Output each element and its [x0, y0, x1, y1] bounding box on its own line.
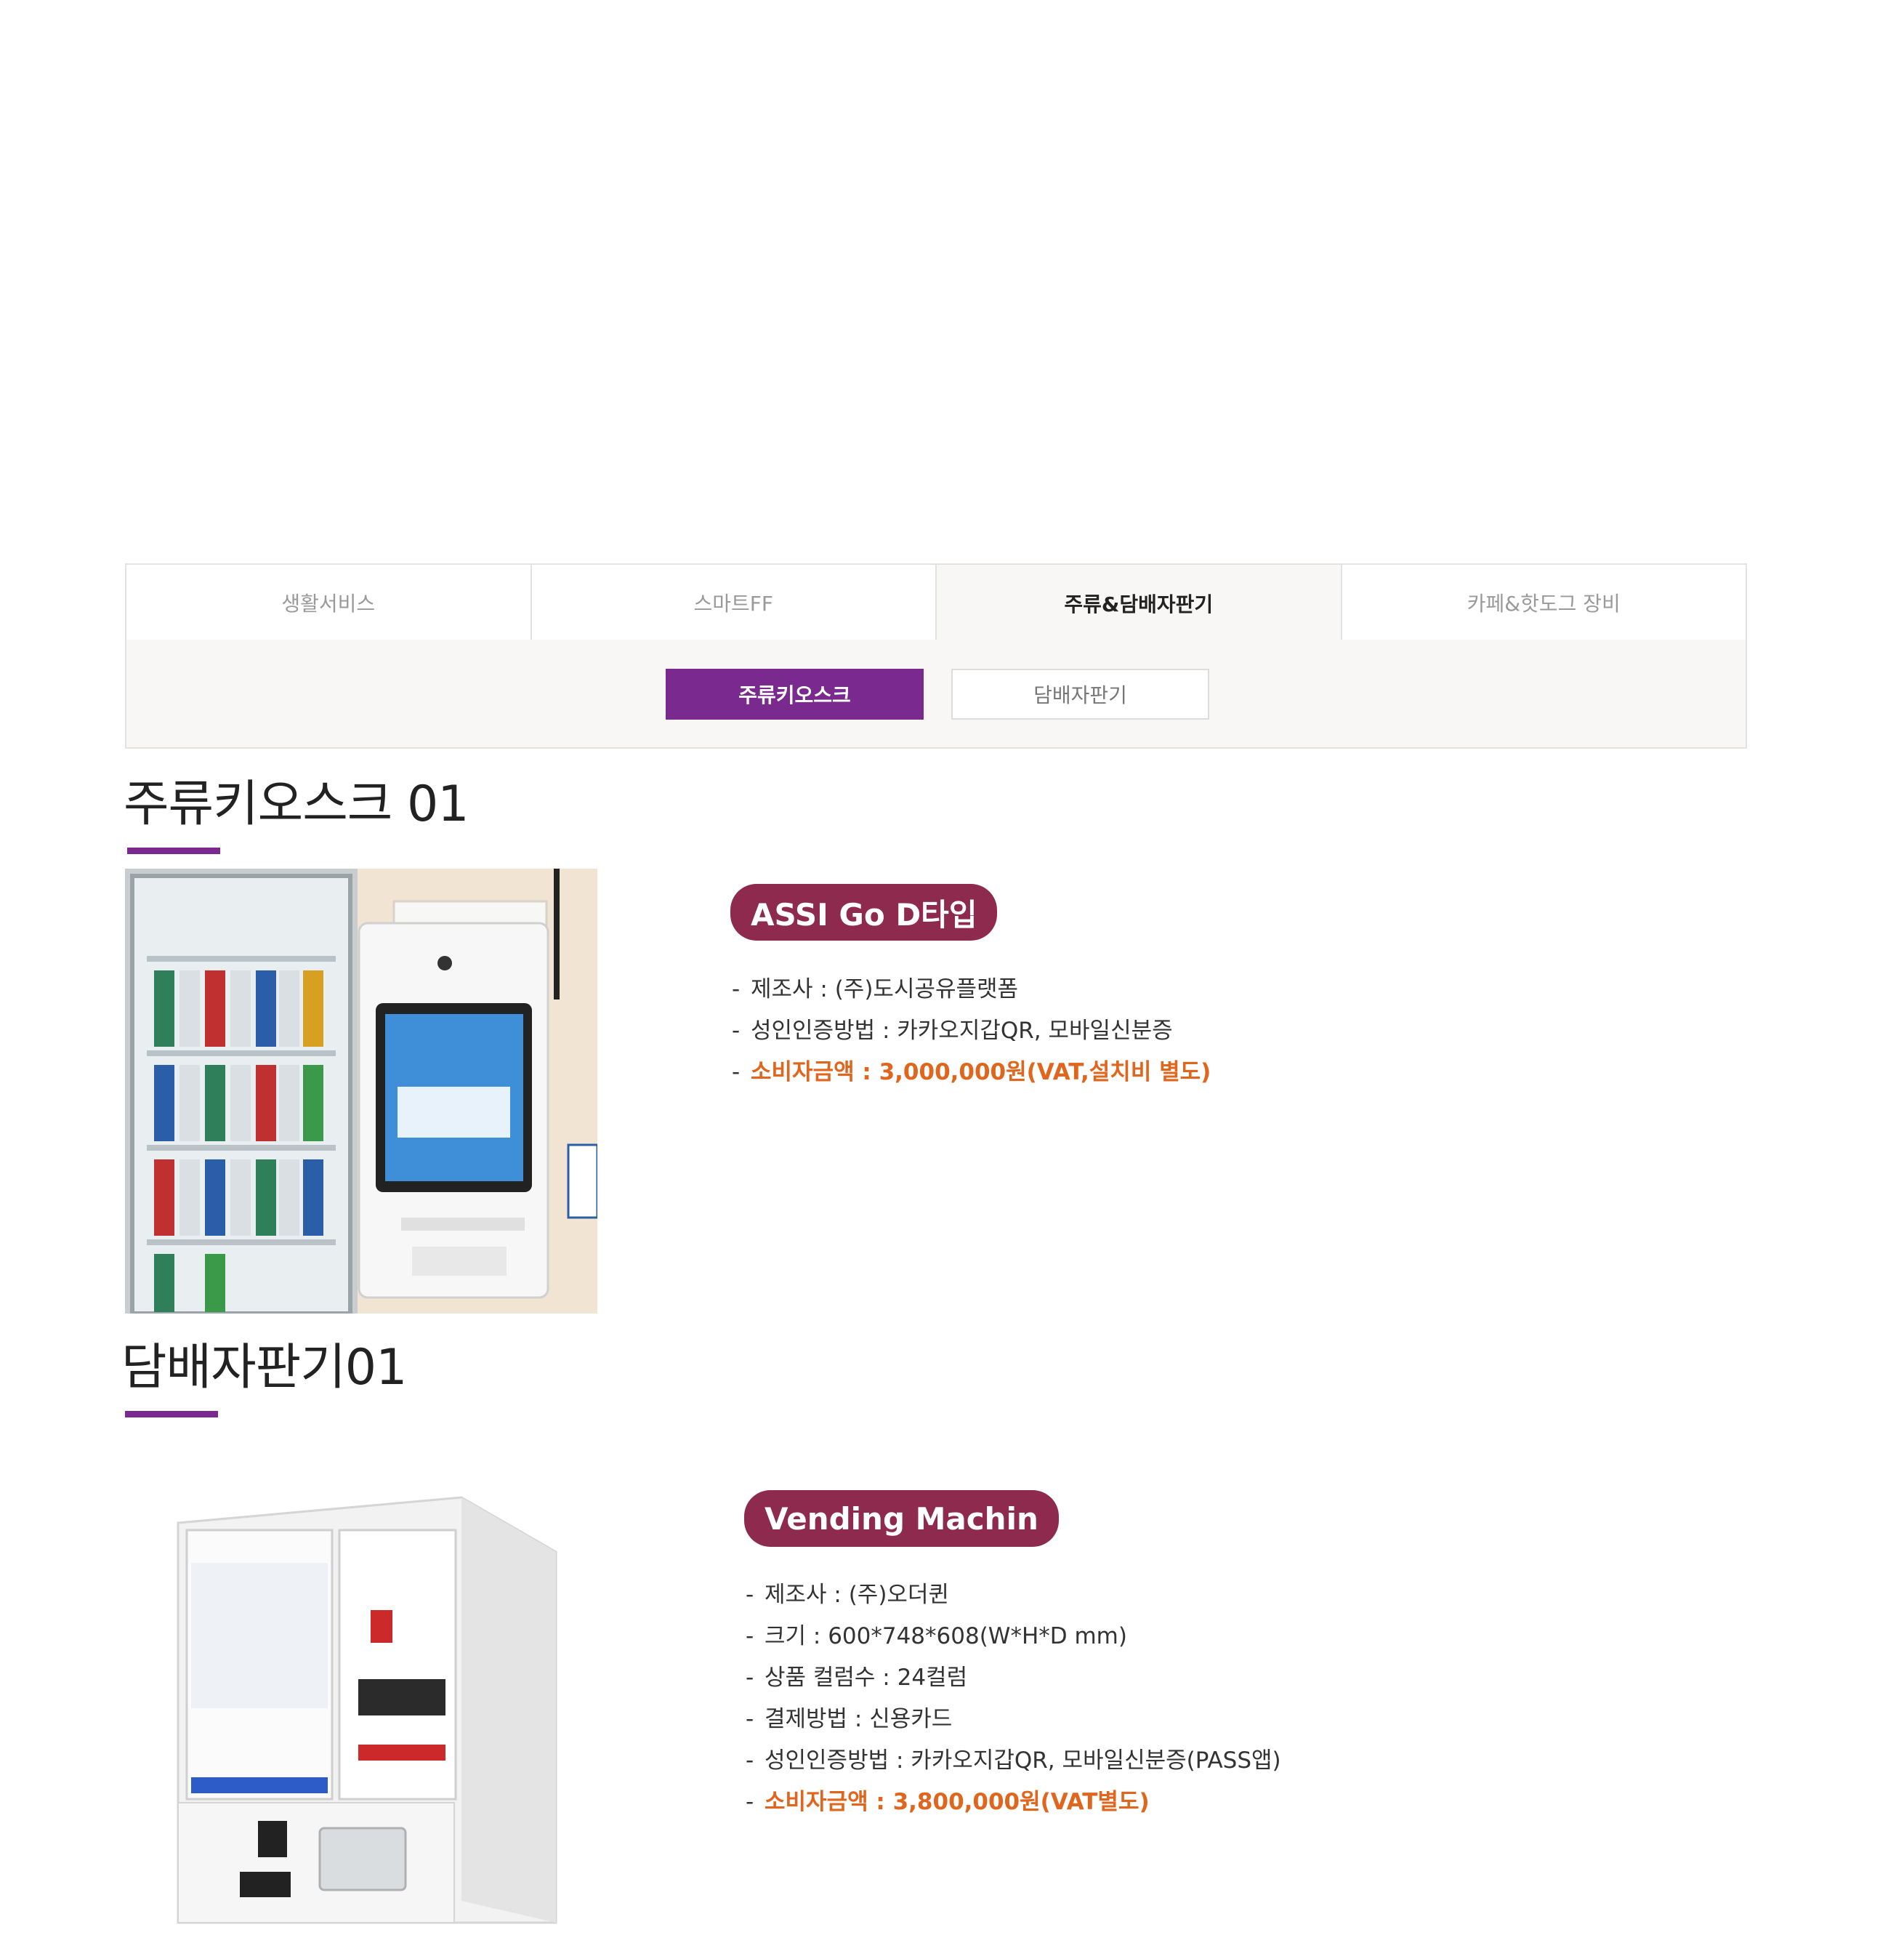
spec-list: - 제조사 : (주)오더퀸 - 크기 : 600*748*608(W*H*D mm… — [746, 1574, 1281, 1823]
tobacco-vending-machine-photo — [171, 1494, 560, 1934]
spec-adult-verification: - 성인인증방법 : 카카오지갑QR, 모바일신분증(PASS앱) — [746, 1747, 1281, 1774]
subtab-liquor-kiosk[interactable]: 주류키오스크 — [666, 669, 924, 720]
liquor-kiosk-photo — [125, 869, 597, 1314]
section-title-tobacco-vending: 담배자판기01 — [121, 1339, 407, 1396]
section-underline — [127, 848, 220, 854]
section-underline — [125, 1411, 218, 1417]
spec-columns: - 상품 컬럼수 : 24컬럼 — [746, 1665, 968, 1691]
tab-living-service[interactable]: 생활서비스 — [126, 565, 532, 641]
spec-payment: - 결제방법 : 신용카드 — [746, 1706, 953, 1732]
spec-manufacturer: - 제조사 : (주)도시공유플랫폼 — [732, 976, 1019, 1002]
product-name-badge: Vending Machin — [744, 1490, 1059, 1547]
sub-tab-area: 주류키오스크 담배자판기 — [125, 640, 1747, 749]
tab-smart-ff[interactable]: 스마트FF — [531, 565, 937, 641]
tab-liquor-tobacco-vending[interactable]: 주류&담배자판기 — [937, 565, 1342, 641]
spec-price: - 소비자금액 : 3,000,000원(VAT,설치비 별도) — [732, 1059, 1211, 1085]
section-title-liquor-kiosk: 주류키오스크 01 — [124, 776, 469, 833]
spec-manufacturer: - 제조사 : (주)오더퀸 — [746, 1582, 949, 1608]
spec-list: - 제조사 : (주)도시공유플랫폼 - 성인인증방법 : 카카오지갑QR, 모바일… — [732, 969, 1211, 1093]
tab-cafe-hotdog-equipment[interactable]: 카페&핫도그 장비 — [1342, 565, 1746, 641]
spec-adult-verification: - 성인인증방법 : 카카오지갑QR, 모바일신분증 — [732, 1018, 1173, 1044]
product-name-badge: ASSI Go D타입 — [730, 884, 998, 941]
spec-price: - 소비자금액 : 3,800,000원(VAT별도) — [746, 1789, 1150, 1815]
category-tabs: 생활서비스 스마트FF 주류&담배자판기 카페&핫도그 장비 — [125, 563, 1747, 641]
spec-size: - 크기 : 600*748*608(W*H*D mm) — [746, 1623, 1127, 1649]
subtab-tobacco-vending[interactable]: 담배자판기 — [951, 669, 1209, 720]
